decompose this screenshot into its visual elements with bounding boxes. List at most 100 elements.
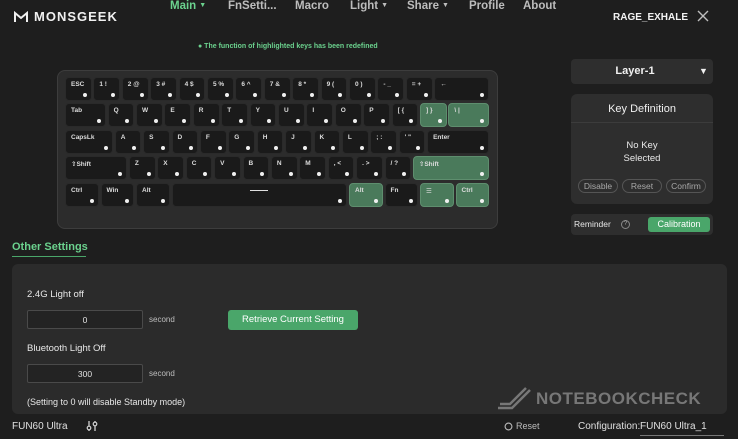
nav-profile[interactable]: Profile: [469, 0, 505, 12]
key-r[interactable]: R: [192, 103, 220, 128]
key-symbol[interactable]: - _: [377, 77, 405, 101]
key-l[interactable]: L: [341, 129, 369, 154]
key-legend: 8 *: [298, 81, 307, 88]
key-m[interactable]: M: [299, 156, 327, 181]
brand-logo[interactable]: MONSGEEK: [14, 9, 118, 24]
key-p[interactable]: P: [363, 103, 390, 128]
retrieve-current-setting-button[interactable]: Retrieve Current Setting: [228, 310, 358, 330]
top-nav-bar: MONSGEEK Main ▼ FnSetti... Macro Light ▼ S…: [0, 0, 738, 34]
key-k[interactable]: K: [313, 129, 341, 154]
key-fn[interactable]: Fn: [384, 182, 419, 207]
key-legend: = +: [411, 81, 422, 88]
key-7[interactable]: 7 &: [263, 77, 291, 101]
key-y[interactable]: Y: [249, 103, 277, 128]
key-tab[interactable]: Tab: [65, 103, 106, 128]
key-led-dot: [153, 119, 158, 124]
key-legend: ⇧Shift: [71, 161, 91, 169]
key-a[interactable]: A: [114, 129, 142, 154]
reset-button[interactable]: Reset: [622, 179, 662, 193]
key-u[interactable]: U: [278, 103, 305, 128]
key-space[interactable]: [171, 182, 348, 207]
key-symbol[interactable]: . >: [356, 156, 383, 181]
key-e[interactable]: E: [164, 103, 192, 128]
key-legend: [ {: [397, 107, 405, 115]
key-alt[interactable]: Alt: [349, 182, 383, 207]
key-x[interactable]: X: [157, 156, 185, 181]
key-o[interactable]: O: [334, 103, 362, 128]
nav-main[interactable]: Main ▼: [170, 0, 206, 12]
key-b[interactable]: B: [242, 156, 270, 181]
key-symbol[interactable]: \ |: [448, 103, 490, 128]
key-symbol[interactable]: ' ": [398, 129, 426, 154]
key-capslk[interactable]: CapsLk: [65, 129, 114, 154]
key-n[interactable]: N: [270, 156, 298, 181]
device-settings-icon[interactable]: [86, 420, 98, 432]
key-6[interactable]: 6 ^: [235, 77, 263, 101]
key-v[interactable]: V: [214, 156, 241, 181]
key-legend: G: [234, 133, 240, 141]
key-t[interactable]: T: [221, 103, 248, 128]
key-c[interactable]: C: [185, 156, 213, 181]
key-symbol[interactable]: ; :: [370, 129, 398, 154]
key-z[interactable]: Z: [128, 156, 156, 181]
key-symbol[interactable]: ☰: [420, 182, 454, 207]
help-icon[interactable]: ?: [621, 220, 630, 229]
key-shift[interactable]: ⇧Shift: [65, 156, 128, 181]
key-win[interactable]: Win: [100, 182, 135, 207]
key-f[interactable]: F: [199, 129, 227, 154]
key-3[interactable]: 3 #: [150, 77, 177, 101]
nav-fnsettings[interactable]: FnSetti...: [228, 0, 277, 12]
key-h[interactable]: H: [256, 129, 284, 154]
key-symbol[interactable]: , <: [327, 156, 355, 181]
key-legend: ⇧Shift: [418, 161, 439, 169]
close-icon[interactable]: [696, 9, 710, 23]
key-symbol[interactable]: ] }: [420, 103, 447, 128]
key-led-dot: [246, 145, 251, 150]
key-ctrl[interactable]: Ctrl: [455, 182, 490, 207]
footer-reset[interactable]: Reset: [504, 421, 540, 431]
configuration-select[interactable]: FUN60 Ultra_1: [640, 421, 707, 432]
configuration-label: Configuration:: [578, 421, 641, 432]
nav-macro[interactable]: Macro: [295, 0, 329, 12]
key-led-dot: [125, 198, 130, 203]
key-led-dot: [373, 198, 378, 203]
key-symbol[interactable]: ←: [434, 77, 490, 101]
key-0[interactable]: 0 ): [349, 77, 376, 101]
key-led-dot: [437, 119, 442, 124]
layer-select[interactable]: Layer-1 ▼: [571, 59, 713, 84]
nav-about[interactable]: About: [523, 0, 556, 12]
light-24g-input[interactable]: [27, 310, 143, 329]
key-symbol[interactable]: [ {: [391, 103, 419, 128]
key-s[interactable]: S: [143, 129, 170, 154]
key-esc[interactable]: ESC: [65, 77, 92, 101]
key-j[interactable]: J: [285, 129, 312, 154]
key-q[interactable]: Q: [107, 103, 135, 128]
key-led-dot: [480, 198, 485, 203]
key-2[interactable]: 2 @: [121, 77, 149, 101]
disable-button[interactable]: Disable: [578, 179, 618, 193]
key-8[interactable]: 8 *: [292, 77, 319, 101]
nav-share[interactable]: Share ▼: [407, 0, 449, 12]
key-d[interactable]: D: [171, 129, 199, 154]
key-i[interactable]: I: [306, 103, 334, 128]
key-symbol[interactable]: = +: [405, 77, 433, 101]
key-symbol[interactable]: / ?: [384, 156, 412, 181]
key-9[interactable]: 9 (: [320, 77, 348, 101]
key-led-dot: [345, 172, 350, 177]
key-5[interactable]: 5 %: [207, 77, 234, 101]
key-enter[interactable]: Enter: [427, 129, 490, 154]
confirm-button[interactable]: Confirm: [666, 179, 706, 193]
user-name[interactable]: RAGE_EXHALE: [613, 12, 688, 23]
nav-light[interactable]: Light ▼: [350, 0, 388, 12]
key-1[interactable]: 1 !: [93, 77, 121, 101]
bluetooth-light-input[interactable]: [27, 364, 143, 383]
key-alt[interactable]: Alt: [136, 182, 170, 207]
key-led-dot: [302, 145, 307, 150]
key-shift[interactable]: ⇧Shift: [412, 156, 490, 181]
key-w[interactable]: W: [136, 103, 163, 128]
calibration-button[interactable]: Calibration: [648, 217, 710, 232]
key-g[interactable]: G: [228, 129, 256, 154]
key-4[interactable]: 4 $: [178, 77, 206, 101]
caret-down-icon: ▼: [441, 2, 449, 9]
key-ctrl[interactable]: Ctrl: [65, 182, 99, 207]
